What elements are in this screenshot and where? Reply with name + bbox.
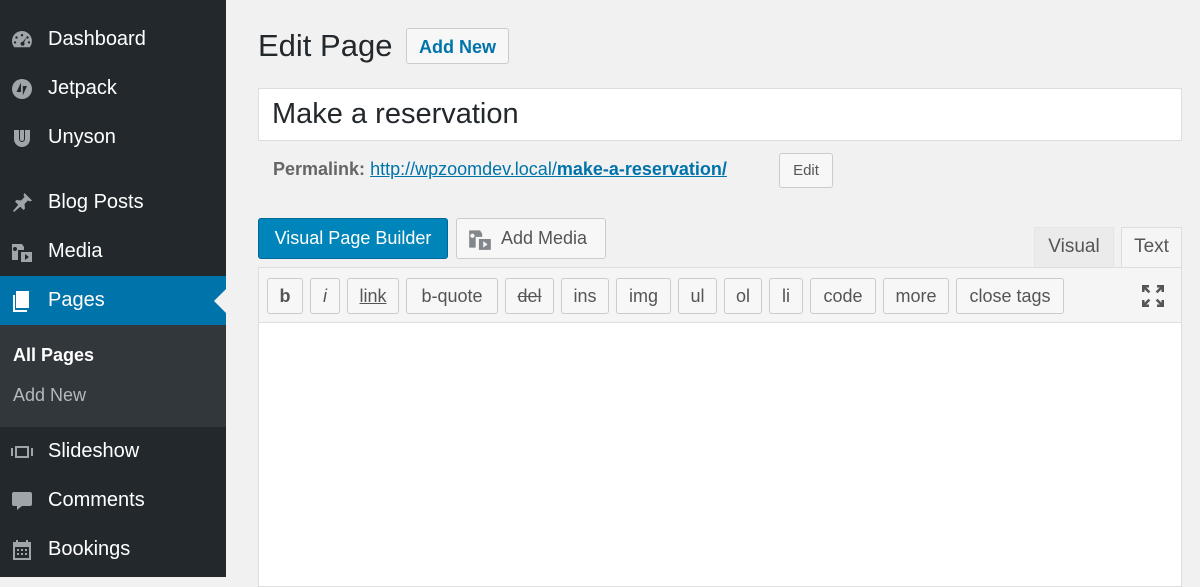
permalink-row: Permalink: http://wpzoomdev.local/make-a… (273, 159, 727, 180)
qt-img-button[interactable]: img (616, 278, 671, 314)
dashboard-icon (8, 26, 36, 54)
content-textarea[interactable] (259, 323, 1181, 586)
qt-bold-button[interactable]: b (267, 278, 303, 314)
fullscreen-icon (1142, 285, 1164, 307)
sidebar-item-blog-posts[interactable]: Blog Posts (0, 178, 226, 227)
sidebar-item-unyson[interactable]: Unyson (0, 113, 226, 162)
qt-ul-button[interactable]: ul (678, 278, 717, 314)
slideshow-icon (8, 438, 36, 466)
qt-blockquote-button[interactable]: b-quote (406, 278, 498, 314)
sidebar-item-media[interactable]: Media (0, 227, 226, 276)
sidebar-item-slideshow[interactable]: Slideshow (0, 427, 226, 476)
permalink-link[interactable]: http://wpzoomdev.local/make-a-reservatio… (370, 159, 727, 179)
add-media-button[interactable]: Add Media (456, 218, 606, 259)
add-media-icon (467, 225, 495, 253)
sidebar-item-label: Unyson (48, 126, 116, 148)
qt-li-button[interactable]: li (769, 278, 803, 314)
sidebar-item-label: Blog Posts (48, 191, 144, 213)
sidebar-item-label: Bookings (48, 538, 131, 560)
qt-ol-button[interactable]: ol (724, 278, 762, 314)
qt-code-button[interactable]: code (810, 278, 876, 314)
submenu-item-add-new[interactable]: Add New (13, 385, 86, 406)
submenu-item-all-pages[interactable]: All Pages (13, 345, 94, 366)
admin-sidebar: Dashboard Jetpack Unyson Blog Posts Medi… (0, 0, 226, 577)
add-new-button[interactable]: Add New (406, 28, 510, 64)
sidebar-item-pages[interactable]: Pages (0, 276, 226, 325)
tab-visual[interactable]: Visual (1034, 227, 1114, 268)
sidebar-item-label: Comments (48, 489, 145, 511)
jetpack-icon (8, 75, 36, 103)
qt-close-tags-button[interactable]: close tags (956, 278, 1064, 314)
sidebar-item-label: Media (48, 240, 103, 262)
page-title-input[interactable]: Make a reservation (258, 88, 1182, 141)
add-media-label: Add Media (501, 228, 588, 248)
text-editor: b i link b-quote del ins img ul ol li co… (258, 267, 1182, 587)
page-title: Edit Page (258, 28, 393, 63)
pin-icon (8, 189, 36, 217)
media-icon (8, 238, 36, 266)
qt-link-button[interactable]: link (347, 278, 399, 314)
comments-icon (8, 487, 36, 515)
visual-page-builder-button[interactable]: Visual Page Builder (258, 218, 448, 259)
qt-ins-button[interactable]: ins (561, 278, 609, 314)
qt-more-button[interactable]: more (883, 278, 949, 314)
calendar-icon (8, 536, 36, 564)
quicktags-toolbar: b i link b-quote del ins img ul ol li co… (259, 268, 1181, 323)
unyson-icon (8, 124, 36, 152)
qt-del-button[interactable]: del (505, 278, 554, 314)
sidebar-item-label: Dashboard (48, 28, 146, 50)
sidebar-item-jetpack[interactable]: Jetpack (0, 64, 226, 113)
permalink-slug: make-a-reservation/ (556, 159, 727, 179)
pages-icon (8, 287, 36, 315)
sidebar-item-bookings[interactable]: Bookings (0, 525, 226, 574)
sidebar-item-dashboard[interactable]: Dashboard (0, 15, 226, 64)
sidebar-item-label: Jetpack (48, 77, 117, 99)
permalink-base: http://wpzoomdev.local/ (370, 159, 557, 179)
active-indicator-arrow (214, 288, 226, 313)
fullscreen-button[interactable] (1139, 282, 1167, 310)
sidebar-item-comments[interactable]: Comments (0, 476, 226, 525)
sidebar-item-label: Pages (48, 289, 105, 311)
qt-italic-button[interactable]: i (310, 278, 340, 314)
permalink-label: Permalink: (273, 159, 366, 179)
pages-submenu: All Pages Add New (0, 325, 226, 427)
tab-text[interactable]: Text (1121, 227, 1182, 268)
sidebar-item-label: Slideshow (48, 440, 140, 462)
edit-slug-button[interactable]: Edit (779, 153, 833, 188)
